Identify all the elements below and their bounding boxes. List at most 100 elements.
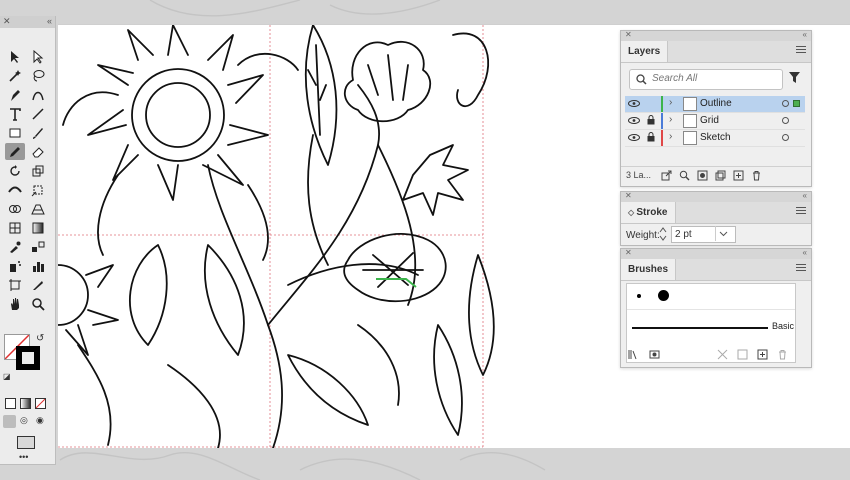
more-tools-button[interactable]: •••	[19, 452, 28, 462]
collect-for-export-icon[interactable]	[661, 170, 672, 181]
draw-normal-button[interactable]	[3, 415, 16, 428]
layer-name[interactable]: Grid	[700, 115, 719, 126]
eye-icon[interactable]	[628, 117, 640, 124]
weight-stepper[interactable]	[658, 226, 668, 242]
target-icon[interactable]	[782, 100, 789, 107]
remove-brush-stroke-icon[interactable]	[717, 349, 728, 360]
tab-stroke[interactable]: ◇ Stroke	[621, 202, 676, 223]
line-tool[interactable]	[28, 105, 48, 122]
filter-icon[interactable]	[789, 72, 800, 83]
eye-icon[interactable]	[628, 100, 640, 107]
magic-wand-icon	[9, 69, 21, 82]
eye-icon[interactable]	[628, 134, 640, 141]
none-mode-button[interactable]	[35, 398, 46, 409]
line-icon	[32, 107, 44, 120]
zoom-tool[interactable]	[28, 295, 48, 312]
tab-brushes[interactable]: Brushes	[621, 259, 677, 280]
curvature-tool[interactable]	[28, 86, 48, 103]
perspective-grid-tool[interactable]	[28, 200, 48, 217]
selection-indicator[interactable]	[793, 100, 800, 107]
lock-icon[interactable]	[647, 132, 655, 142]
screen-mode-button[interactable]	[17, 436, 35, 449]
blend-icon	[32, 241, 45, 252]
blend-tool[interactable]	[28, 238, 48, 255]
basic-brush-label[interactable]: Basic	[772, 321, 794, 331]
mesh-tool[interactable]	[5, 219, 25, 236]
panel-menu-icon[interactable]	[796, 46, 806, 56]
panel-menu-icon[interactable]	[796, 264, 806, 274]
stroke-swatch[interactable]	[16, 346, 40, 370]
paintbrush-tool[interactable]	[28, 124, 48, 141]
chevron-right-icon[interactable]: ›	[669, 131, 672, 142]
delete-icon[interactable]	[751, 170, 762, 181]
scale-tool[interactable]	[28, 162, 48, 179]
rotate-tool[interactable]	[5, 162, 25, 179]
magic-wand-tool[interactable]	[5, 67, 25, 84]
new-brush-icon[interactable]	[757, 349, 768, 360]
slice-tool[interactable]	[28, 276, 48, 293]
free-transform-tool[interactable]	[28, 181, 48, 198]
close-icon[interactable]: ✕	[625, 191, 632, 200]
collapse-icon[interactable]: «	[803, 191, 807, 200]
draw-behind-icon[interactable]: ◎	[20, 415, 28, 426]
layer-name[interactable]: Outline	[700, 98, 732, 109]
target-icon[interactable]	[782, 134, 789, 141]
libraries-panel-icon[interactable]	[649, 349, 660, 360]
close-icon[interactable]: ✕	[625, 30, 632, 39]
small-round-brush[interactable]	[637, 294, 641, 298]
layer-row-grid[interactable]: › Grid	[625, 113, 805, 130]
collapse-icon[interactable]: «	[803, 248, 807, 257]
symbol-sprayer-tool[interactable]	[5, 257, 25, 274]
shape-builder-tool[interactable]	[5, 200, 25, 217]
close-icon[interactable]: ✕	[625, 248, 632, 257]
chevron-right-icon[interactable]: ›	[669, 97, 672, 108]
direct-selection-icon	[33, 49, 44, 64]
layer-name[interactable]: Sketch	[700, 132, 731, 143]
gradient-tool[interactable]	[28, 219, 48, 236]
locate-object-icon[interactable]	[679, 170, 690, 181]
eyedropper-tool[interactable]	[5, 238, 25, 255]
hand-tool[interactable]	[5, 295, 25, 312]
swap-fill-stroke-icon[interactable]: ↺	[36, 333, 44, 344]
layers-search-input[interactable]: Search All	[629, 69, 783, 90]
draw-inside-icon[interactable]: ◉	[36, 415, 44, 426]
large-round-brush[interactable]	[658, 290, 669, 301]
eyedropper-icon	[10, 241, 21, 253]
pen-icon	[11, 89, 20, 101]
column-graph-tool[interactable]	[28, 257, 48, 274]
stroke-title: Stroke	[636, 207, 668, 218]
basic-brush-stroke[interactable]	[632, 327, 768, 329]
direct-selection-tool[interactable]	[28, 48, 48, 65]
artboard-tool[interactable]	[5, 276, 25, 293]
brush-options-icon[interactable]	[737, 349, 748, 360]
eraser-tool[interactable]	[28, 143, 48, 160]
chevron-down-icon[interactable]	[715, 226, 731, 241]
target-icon[interactable]	[782, 117, 789, 124]
pen-tool[interactable]	[5, 86, 25, 103]
default-colors-icon[interactable]: ◪	[3, 372, 11, 381]
close-icon[interactable]: ✕	[3, 16, 11, 27]
collapse-icon[interactable]: «	[47, 16, 52, 26]
layer-row-outline[interactable]: › Outline	[625, 96, 805, 113]
new-sublayer-icon[interactable]	[715, 170, 726, 181]
scale-icon	[32, 165, 44, 176]
lock-icon[interactable]	[647, 115, 655, 125]
collapse-icon[interactable]: «	[803, 30, 807, 39]
lasso-tool[interactable]	[28, 67, 48, 84]
selection-tool[interactable]	[5, 48, 25, 65]
layer-row-sketch[interactable]: › Sketch	[625, 130, 805, 147]
make-clipping-mask-icon[interactable]	[697, 170, 708, 181]
new-layer-icon[interactable]	[733, 170, 744, 181]
chevron-right-icon[interactable]: ›	[669, 114, 672, 125]
tab-layers[interactable]: Layers	[621, 41, 669, 62]
color-mode-button[interactable]	[5, 398, 16, 409]
rectangle-tool[interactable]	[5, 124, 25, 141]
width-tool[interactable]	[5, 181, 25, 198]
gradient-mode-button[interactable]	[20, 398, 31, 409]
pencil-tool[interactable]	[5, 143, 25, 160]
type-tool[interactable]	[5, 105, 25, 122]
brush-libraries-icon[interactable]	[628, 349, 639, 360]
delete-icon[interactable]	[777, 349, 788, 360]
panel-menu-icon[interactable]	[796, 207, 806, 217]
pencil-icon	[10, 146, 20, 157]
